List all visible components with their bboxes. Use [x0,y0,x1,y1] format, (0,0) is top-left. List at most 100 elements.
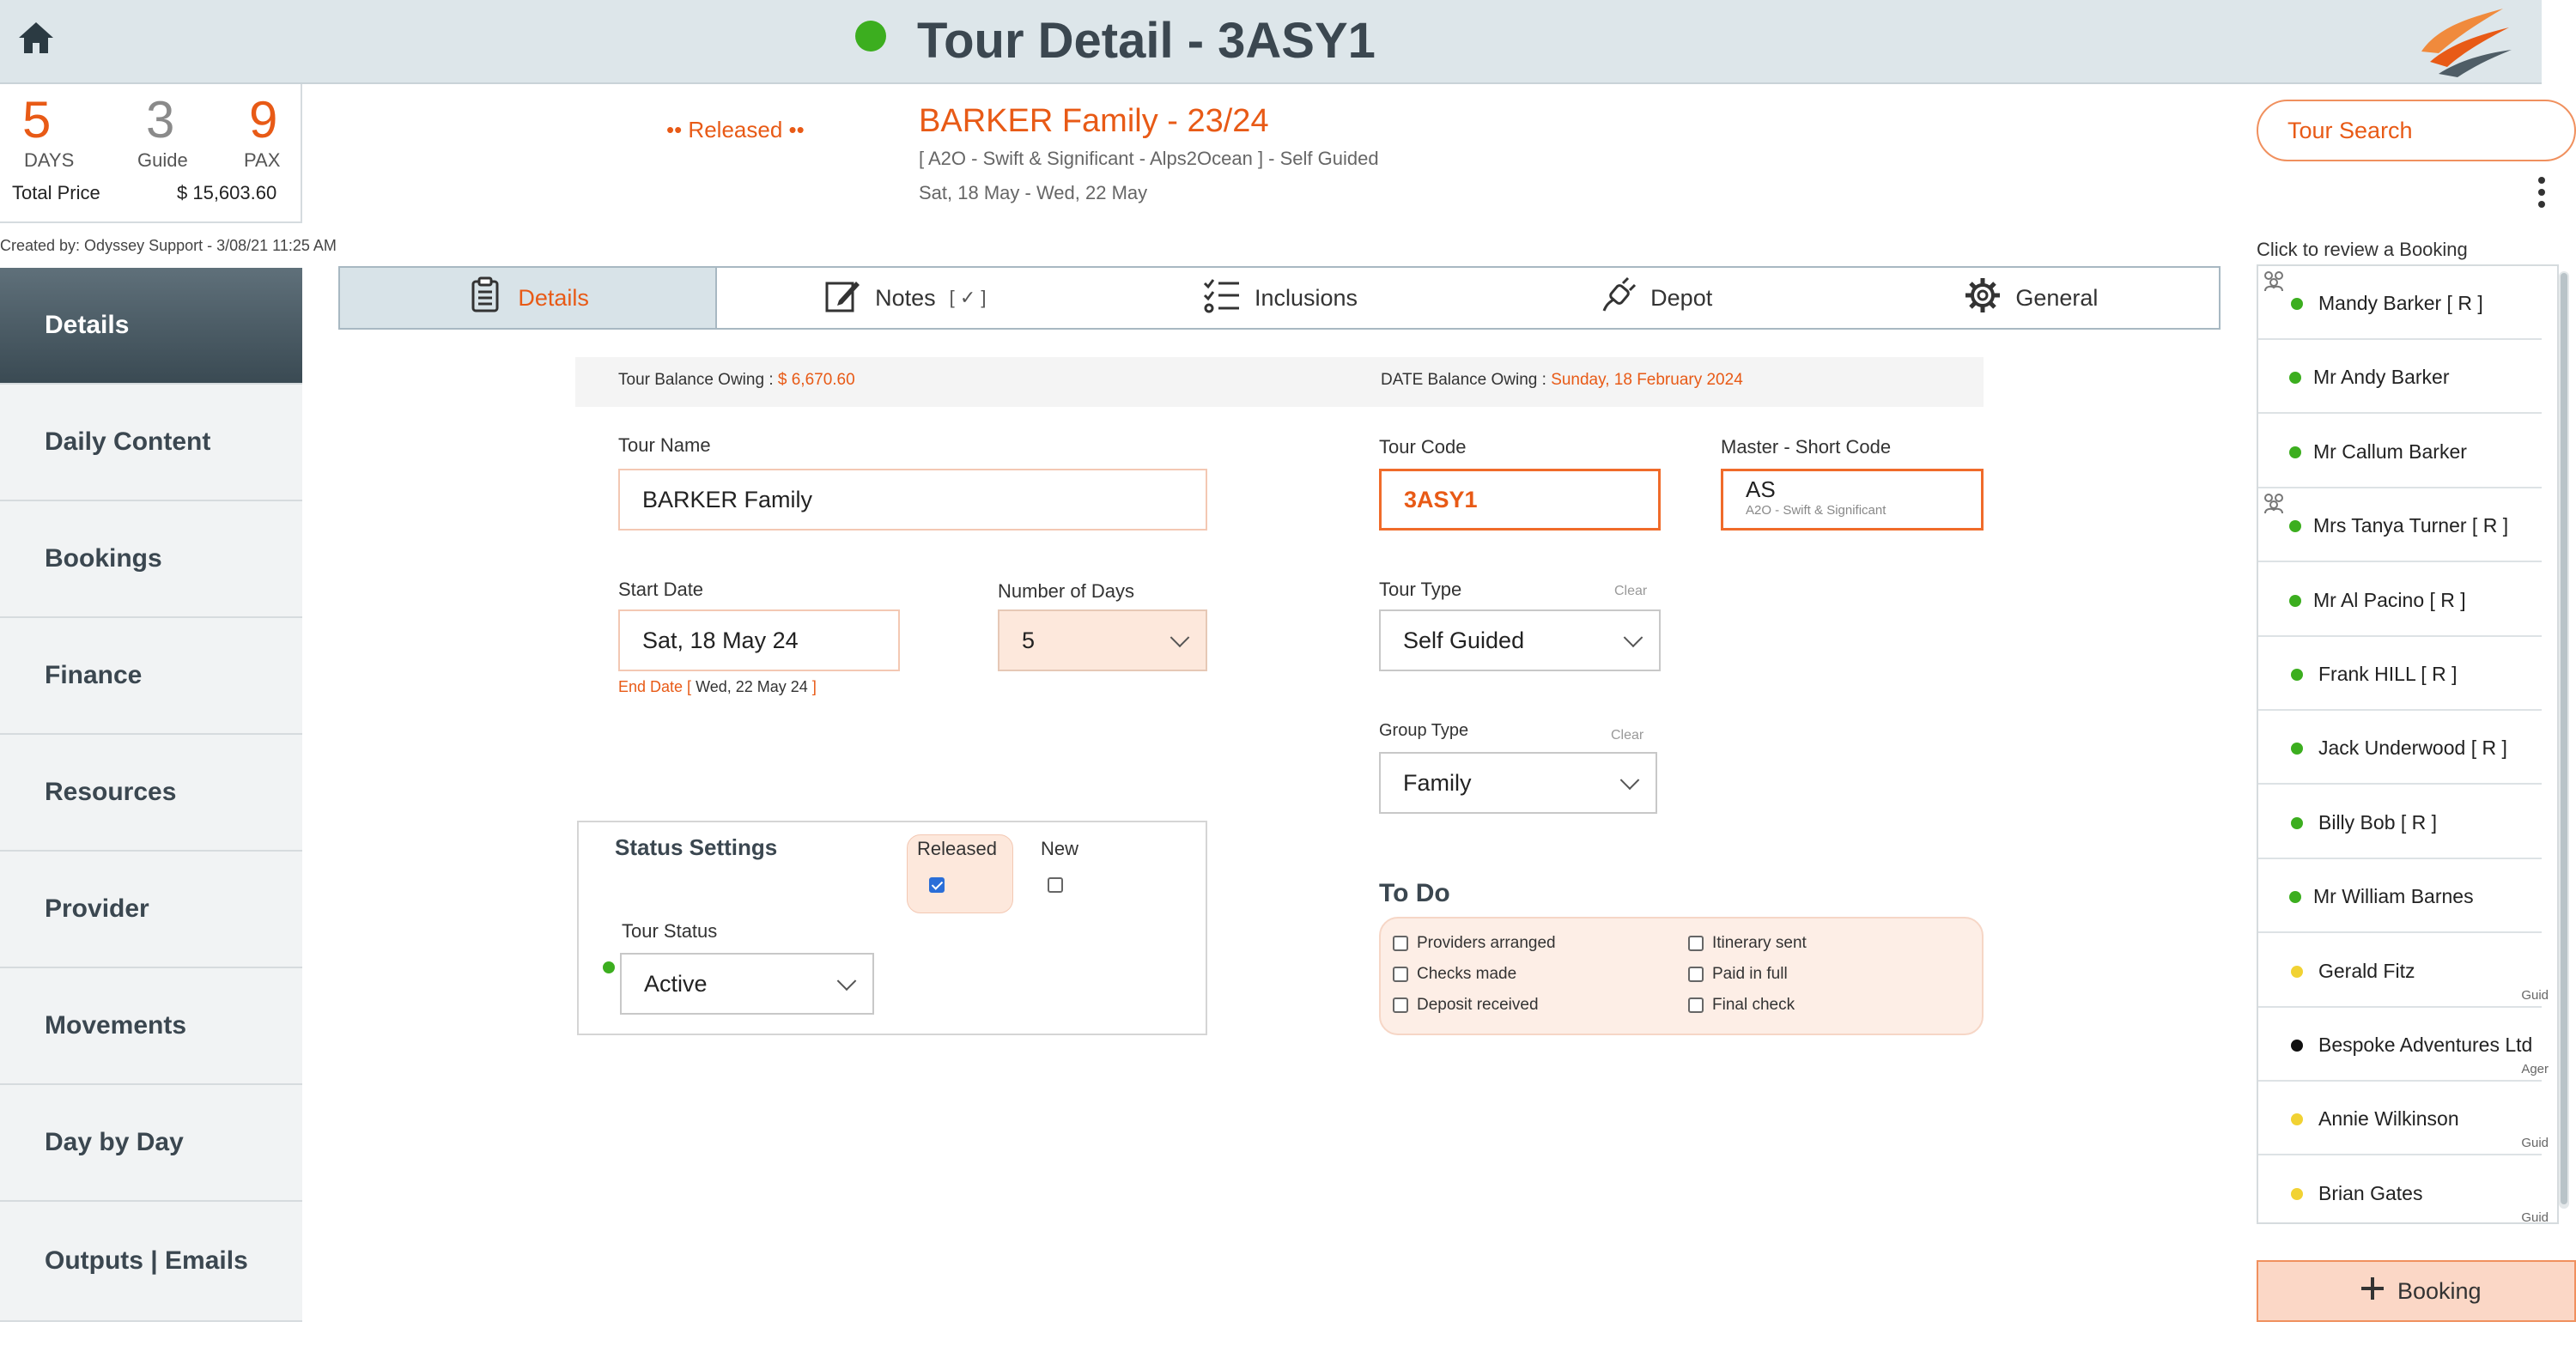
booking-name: Frank HILL [ R ] [2318,663,2458,685]
tab-details[interactable]: Details [340,268,718,328]
booking-row[interactable]: Mr Callum Barker [2258,414,2542,488]
todo-checkbox[interactable] [1393,967,1408,982]
start-date-label: Start Date [618,579,704,600]
booking-role: Ager [2521,1062,2549,1076]
sidebar-item-finance[interactable]: Finance [0,618,302,735]
booking-list: Mandy Barker [ R ] Mr Andy Barker Mr Callu… [2257,264,2559,1224]
tab-notes[interactable]: Notes [ ✓ ] [717,268,1092,328]
todo-item[interactable]: Deposit received [1393,996,1539,1015]
todo-checkbox[interactable] [1688,967,1704,982]
booking-row[interactable]: Bespoke Adventures Ltd Ager [2258,1008,2549,1082]
sidebar-item-resources[interactable]: Resources [0,735,302,852]
tour-search-button[interactable]: Tour Search [2257,100,2576,161]
tour-code-input[interactable]: 3ASY1 [1379,469,1661,531]
todo-label: Itinerary sent [1712,934,1807,952]
todo-checkbox[interactable] [1688,936,1704,951]
booking-role: Guid [2521,1136,2549,1151]
tour-code-label: Tour Code [1379,436,1467,458]
booking-row[interactable]: Gerald Fitz Guid [2258,933,2549,1008]
booking-status-dot [2291,669,2303,681]
todo-label: Checks made [1417,965,1517,983]
tab-notes-label: Notes [875,284,936,311]
booking-status-dot [2291,298,2303,310]
tab-inclusions[interactable]: Inclusions [1092,268,1467,328]
todo-item[interactable]: Itinerary sent [1688,934,1807,953]
booking-row[interactable]: Jack Underwood [ R ] [2258,711,2542,785]
sidebar-item-details[interactable]: Details [0,268,302,385]
sidebar-item-daily-content[interactable]: Daily Content [0,385,302,501]
status-settings-title: Status Settings [615,834,778,860]
todo-label: Providers arranged [1417,934,1556,952]
booking-role: Guid [2521,1210,2549,1224]
booking-row[interactable]: Billy Bob [ R ] [2258,785,2542,859]
master-code-description: A2O - Swift & Significant [1746,503,1886,518]
tour-balance-label: Tour Balance Owing : [618,371,778,389]
tab-general[interactable]: General [1844,268,2219,328]
sidebar-item-movements[interactable]: Movements [0,968,302,1085]
booking-status-dot [2289,594,2301,607]
number-of-days-value: 5 [1022,627,1036,653]
todo-label: Paid in full [1712,965,1788,983]
tour-type-select[interactable]: Self Guided [1379,609,1661,671]
booking-role: Guid [2521,987,2549,1003]
tab-depot[interactable]: Depot [1468,268,1844,328]
end-date: End Date [ Wed, 22 May 24 ] [618,678,817,696]
todo-checkbox[interactable] [1393,936,1408,951]
start-date-input[interactable]: Sat, 18 May 24 [618,609,900,671]
group-type-value: Family [1403,769,1472,796]
booking-status-dot [2289,520,2301,533]
tour-name-label: Tour Name [618,434,711,456]
todo-checkbox[interactable] [1393,997,1408,1013]
tour-status-value: Active [644,970,708,997]
home-icon[interactable] [15,17,57,58]
booking-row[interactable]: Mrs Tanya Turner [ R ] [2258,488,2542,563]
sidebar-item-outputs-emails[interactable]: Outputs | Emails [0,1202,302,1322]
booking-row[interactable]: Annie Wilkinson Guid [2258,1082,2549,1156]
todo-checkbox[interactable] [1688,997,1704,1013]
tour-type-clear[interactable]: Clear [1614,584,1647,599]
new-checkbox[interactable] [1048,877,1063,893]
released-checkbox[interactable] [929,877,945,893]
booking-name: Mr Andy Barker [2313,366,2450,389]
booking-status-dot [2291,1187,2303,1200]
todo-item[interactable]: Final check [1688,996,1795,1015]
released-label: Released [917,838,997,859]
days-label: DAYS [24,149,75,171]
todo-title: To Do [1379,879,1450,907]
tour-date-range: Sat, 18 May - Wed, 22 May [919,182,1148,203]
tour-balance: Tour Balance Owing : $ 6,670.60 [618,371,855,390]
guide-label: Guide [137,149,188,171]
master-code-input[interactable]: AS A2O - Swift & Significant [1721,469,1984,531]
more-options-icon[interactable] [2537,177,2547,215]
sidebar-item-provider[interactable]: Provider [0,852,302,968]
release-status-text: •• Released •• [666,117,805,142]
booking-row[interactable]: Mr Andy Barker [2258,340,2542,415]
booking-row[interactable]: Frank HILL [ R ] [2258,637,2542,711]
tour-summary: 5 DAYS 3 Guide 9 PAX Total Price $ 15,60… [0,84,302,223]
group-type-clear[interactable]: Clear [1611,728,1643,743]
booking-row[interactable]: Mandy Barker [ R ] [2258,266,2542,340]
todo-label: Deposit received [1417,996,1539,1014]
sidebar-item-day-by-day[interactable]: Day by Day [0,1085,302,1202]
todo-item[interactable]: Paid in full [1688,965,1788,984]
tour-name-input[interactable]: BARKER Family [618,469,1207,531]
todo-item[interactable]: Checks made [1393,965,1516,984]
booking-name: Brian Gates [2318,1181,2423,1204]
booking-row[interactable]: Mr William Barnes [2258,859,2542,934]
brand-logo [2413,0,2516,82]
chevron-down-icon [836,971,857,991]
todo-item[interactable]: Providers arranged [1393,934,1556,953]
scrollbar-thumb[interactable] [2561,273,2567,1204]
booking-row[interactable]: Brian Gates Guid [2258,1155,2549,1222]
add-booking-button[interactable]: Booking [2257,1260,2576,1322]
sidebar-item-bookings[interactable]: Bookings [0,501,302,618]
tour-status-select[interactable]: Active [620,953,874,1015]
booking-name: Mr William Barnes [2313,885,2474,908]
days-count: 5 [22,91,52,149]
number-of-days-select[interactable]: 5 [998,609,1207,671]
booking-status-dot [2289,891,2301,904]
booking-row[interactable]: Mr Al Pacino [ R ] [2258,562,2542,637]
booking-name: Bespoke Adventures Ltd [2318,1034,2533,1056]
group-icon [2262,270,2287,292]
group-type-select[interactable]: Family [1379,752,1657,814]
